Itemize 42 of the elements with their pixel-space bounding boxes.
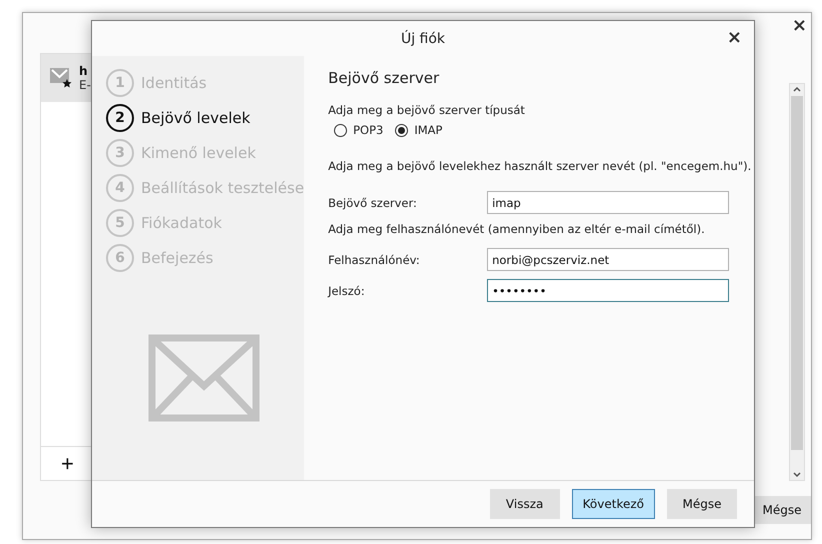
chevron-down-icon[interactable] (792, 470, 802, 480)
field-label: Bejövő szerver: (328, 196, 418, 210)
step-item: 1 Identitás (106, 69, 304, 97)
add-button[interactable]: + (61, 450, 74, 476)
scrollbar-thumb[interactable] (791, 96, 803, 450)
step-item: 3 Kimenő levelek (106, 139, 304, 167)
step-number: 6 (106, 244, 134, 272)
dialog-button[interactable]: Következő (572, 489, 655, 519)
account-subtitle: E- (79, 78, 91, 92)
step-item: 6 Befejezés (106, 244, 304, 272)
step-number: 2 (106, 104, 134, 132)
username-field[interactable]: norbi@pcszerviz.net (487, 248, 730, 271)
field-label: Felhasználónév: (328, 252, 421, 266)
cancel-button[interactable]: Mégse (753, 496, 811, 524)
radio-option[interactable]: IMAP (395, 123, 442, 137)
step-number: 1 (106, 69, 134, 97)
step-number: 5 (106, 209, 134, 237)
radio-option[interactable]: POP3 (334, 123, 384, 137)
scrollbar[interactable] (789, 83, 805, 481)
mail-icon (49, 67, 73, 89)
step-number: 4 (106, 174, 134, 202)
envelope-icon (148, 334, 260, 422)
dialog-button[interactable]: Mégse (667, 489, 737, 519)
instruction-text: Adja meg a bejövő levelekhez használt szerver nevét (pl. "encegem.hu"). (328, 159, 752, 173)
password-field[interactable]: •••••••• (487, 279, 730, 302)
step-item: 2 Bejövő levelek (106, 104, 304, 132)
step-item: 5 Fiókadatok (106, 209, 304, 237)
close-button[interactable]: × (788, 15, 811, 36)
close-button[interactable]: × (724, 27, 744, 48)
section-heading: Bejövő szerver (328, 69, 440, 87)
window-title: Új fiók (400, 30, 446, 46)
instruction-text: Adja meg a bejövő szerver típusát (328, 103, 526, 117)
radio-icon[interactable] (395, 124, 408, 136)
server-field[interactable]: imap (487, 191, 730, 214)
instruction-text: Adja meg felhasználónevét (amennyiben az eltér e-mail címétől). (328, 222, 706, 236)
field-label: Jelszó: (328, 284, 366, 298)
dialog-button[interactable]: Vissza (490, 489, 560, 519)
step-number: 3 (106, 139, 134, 167)
chevron-up-icon[interactable] (792, 84, 802, 94)
account-name: h (79, 64, 89, 78)
step-item: 4 Beállítások tesztelése (106, 174, 304, 202)
radio-icon[interactable] (334, 124, 348, 136)
